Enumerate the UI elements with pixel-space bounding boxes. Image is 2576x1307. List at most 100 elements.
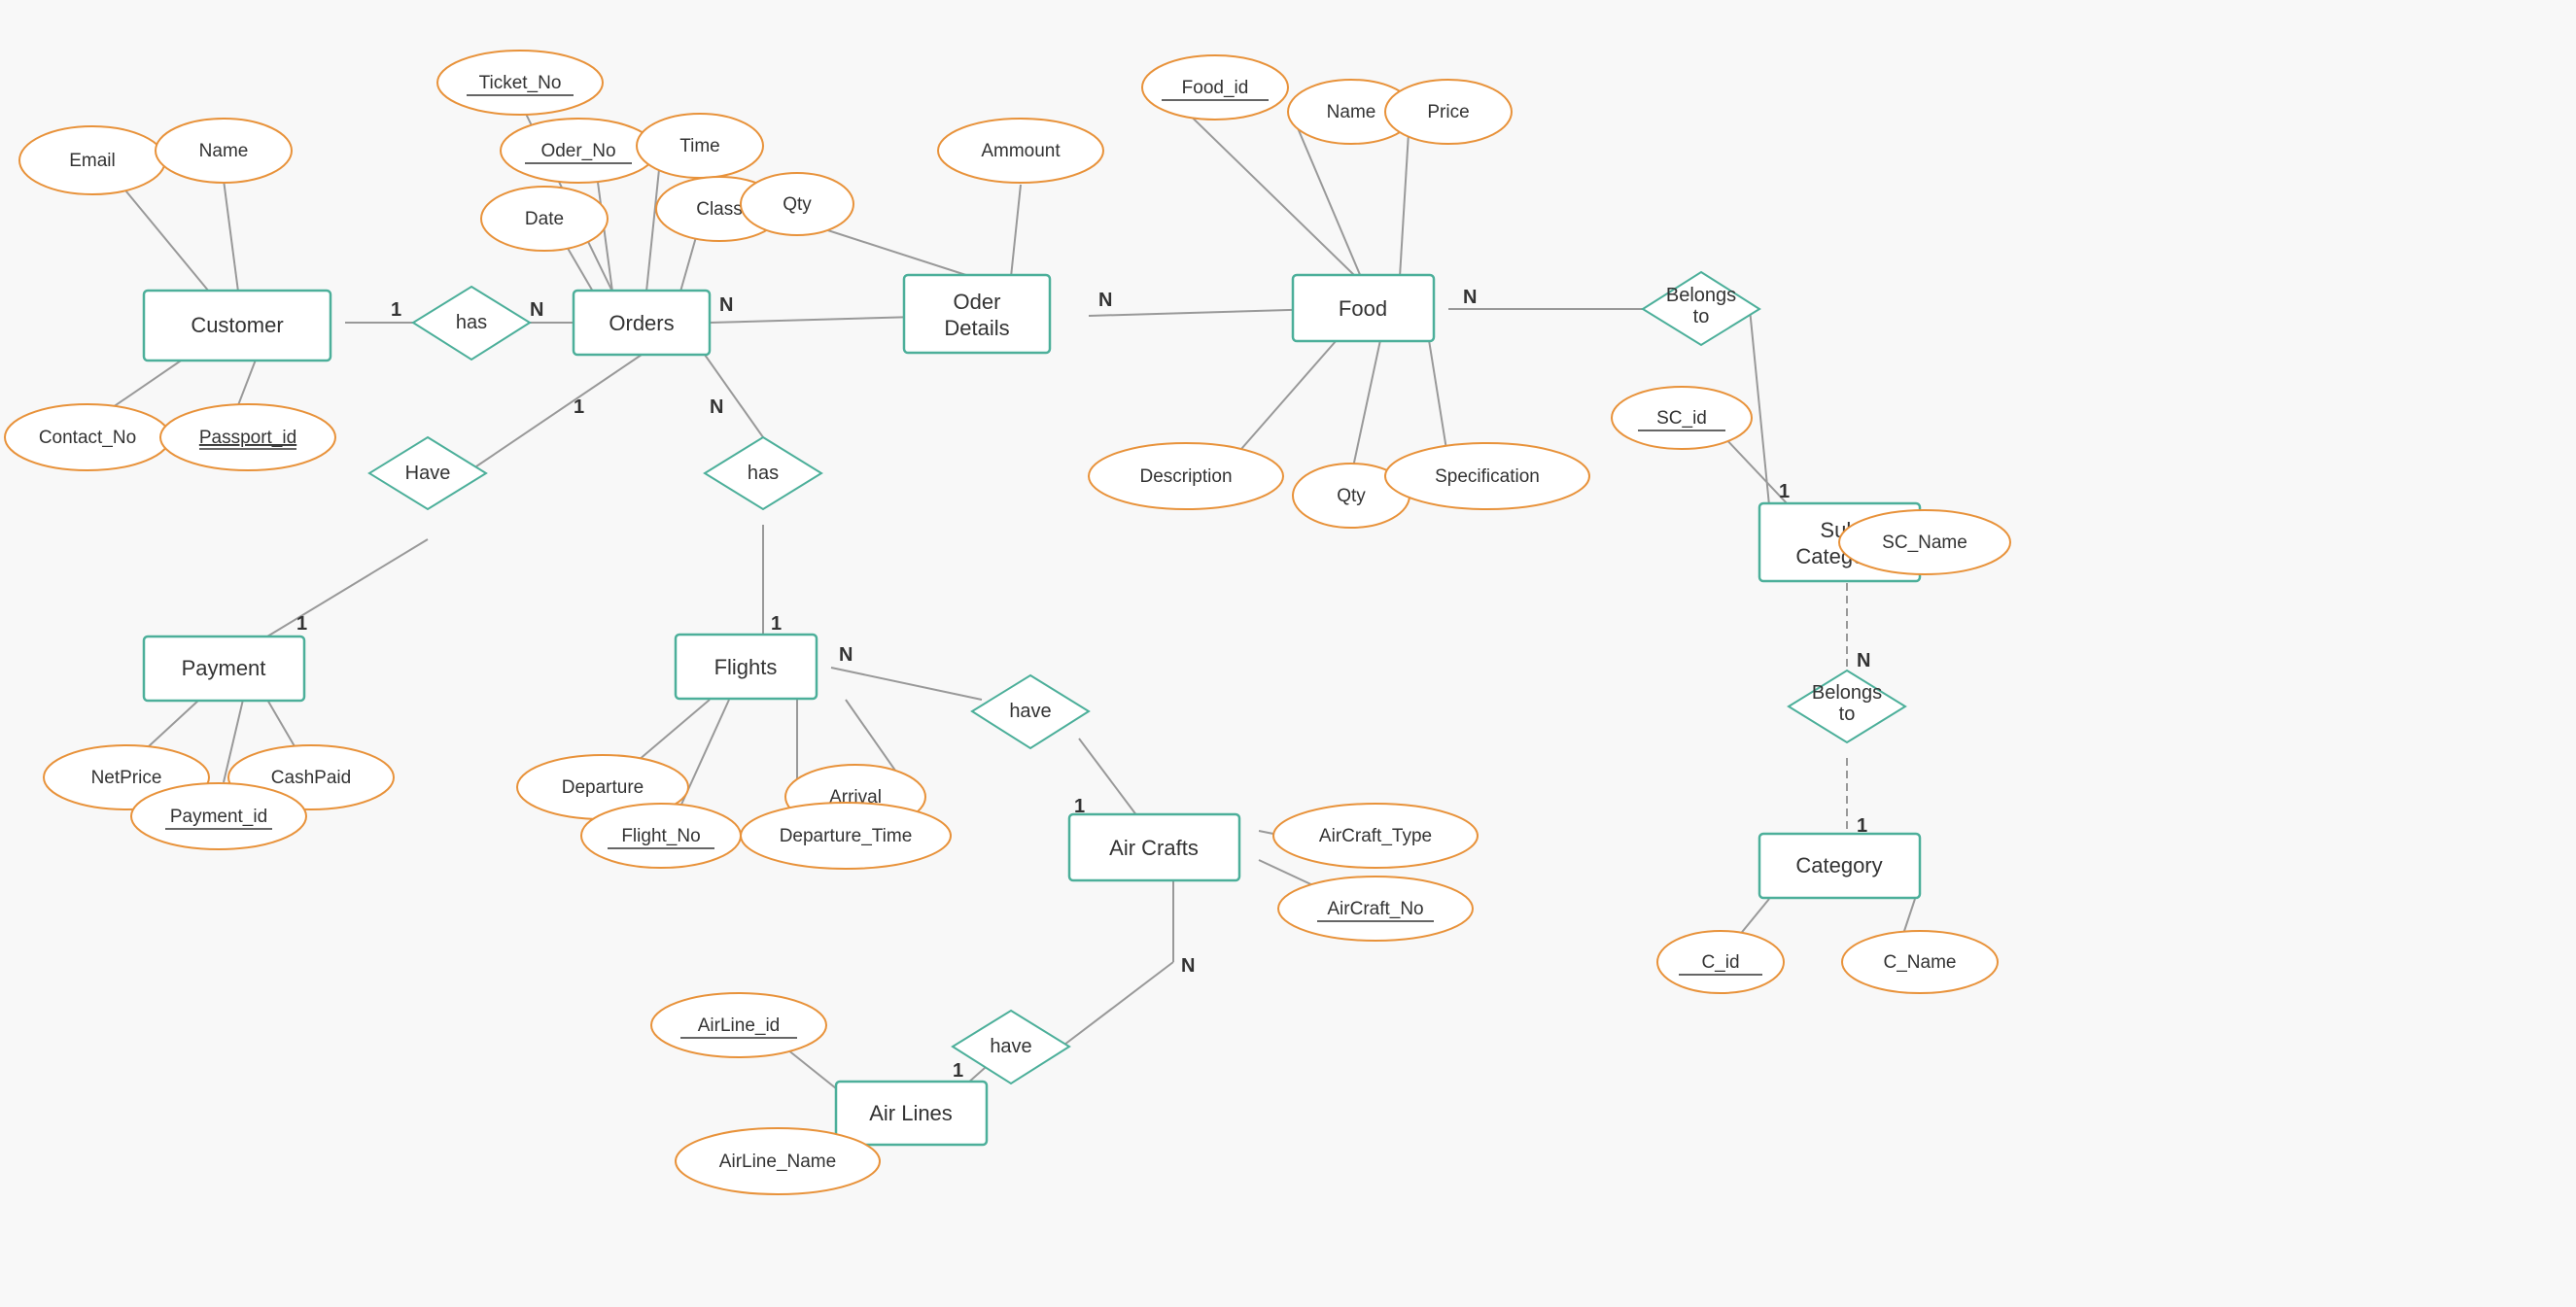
svg-text:Qty: Qty — [783, 194, 812, 215]
attr-flight-no: Flight_No — [581, 804, 741, 868]
svg-text:Oder: Oder — [954, 290, 1001, 314]
svg-text:Flights: Flights — [714, 655, 778, 679]
svg-text:Email: Email — [69, 151, 116, 171]
svg-text:Payment_id: Payment_id — [170, 807, 267, 827]
svg-text:AirLine_Name: AirLine_Name — [719, 1152, 836, 1172]
attr-oder-qty: Qty — [741, 173, 853, 235]
attr-sc-name: SC_Name — [1839, 510, 2010, 574]
cardinality-orders-oder-n: N — [719, 294, 733, 316]
svg-text:Payment: Payment — [182, 656, 266, 680]
entity-air-lines: Air Lines — [836, 1082, 987, 1145]
attr-time: Time — [637, 114, 763, 178]
attr-airline-id: AirLine_id — [651, 993, 826, 1057]
svg-text:Qty: Qty — [1337, 486, 1366, 506]
entity-flights: Flights — [676, 635, 817, 699]
entity-payment: Payment — [144, 636, 304, 701]
has-customer-orders: has — [413, 287, 530, 360]
svg-text:Passport_id: Passport_id — [199, 428, 296, 448]
svg-text:Class: Class — [696, 199, 743, 220]
cardinality-aircraft-have-n: N — [1181, 955, 1195, 977]
svg-text:has: has — [748, 463, 779, 484]
svg-text:Specification: Specification — [1435, 466, 1540, 487]
attr-contact-no: Contact_No — [5, 404, 170, 470]
entity-category: Category — [1759, 834, 1920, 898]
svg-text:C_Name: C_Name — [1884, 952, 1957, 973]
svg-text:Time: Time — [679, 136, 720, 156]
entity-orders: Orders — [574, 291, 710, 355]
svg-text:Oder_No: Oder_No — [540, 141, 615, 161]
entity-air-crafts: Air Crafts — [1069, 814, 1239, 880]
have-orders-payment: Have — [369, 437, 486, 509]
attr-aircraft-no: AirCraft_No — [1278, 877, 1473, 941]
attr-description: Description — [1089, 443, 1283, 509]
svg-text:Details: Details — [944, 316, 1009, 340]
svg-text:Have: Have — [405, 463, 451, 484]
attr-oder-no: Oder_No — [501, 119, 656, 183]
svg-text:have: have — [1009, 701, 1051, 722]
svg-text:AirLine_id: AirLine_id — [698, 1015, 781, 1036]
svg-text:has: has — [456, 312, 487, 333]
cardinality-food-belongs-n: N — [1463, 287, 1477, 308]
cardinality-has-flights-1: 1 — [771, 613, 782, 635]
svg-text:Ticket_No: Ticket_No — [479, 73, 562, 93]
attr-food-id: Food_id — [1142, 55, 1288, 120]
cardinality-sub-belongs-n: N — [1857, 650, 1870, 671]
svg-text:to: to — [1693, 306, 1710, 327]
svg-text:Air Crafts: Air Crafts — [1109, 836, 1199, 860]
entity-oder-details: Oder Details — [904, 275, 1050, 353]
svg-text:Departure: Departure — [562, 777, 644, 798]
belongs-to-food-subcategory: Belongs to — [1643, 272, 1759, 345]
cardinality-customer-has-1: 1 — [391, 299, 401, 321]
svg-text:Category: Category — [1795, 853, 1882, 877]
cardinality-have-payment-1: 1 — [296, 613, 307, 635]
svg-text:AirCraft_No: AirCraft_No — [1327, 899, 1423, 919]
svg-text:NetPrice: NetPrice — [91, 768, 162, 788]
have-airlines-aircrafts: have — [953, 1011, 1069, 1083]
svg-text:Departure_Time: Departure_Time — [780, 826, 913, 846]
attr-c-name: C_Name — [1842, 931, 1998, 993]
svg-text:Customer: Customer — [191, 313, 283, 337]
svg-text:Food_id: Food_id — [1182, 78, 1249, 98]
cardinality-have-aircraft-1: 1 — [1074, 796, 1085, 817]
svg-text:Belongs: Belongs — [1812, 682, 1882, 704]
svg-text:to: to — [1839, 704, 1856, 725]
svg-text:Contact_No: Contact_No — [39, 428, 136, 448]
cardinality-has-orders-n: N — [530, 299, 543, 321]
attr-aircraft-type: AirCraft_Type — [1273, 804, 1478, 868]
attr-c-id: C_id — [1657, 931, 1784, 993]
attr-specification: Specification — [1385, 443, 1589, 509]
cardinality-flights-have-n: N — [839, 644, 853, 666]
svg-text:CashPaid: CashPaid — [271, 768, 351, 788]
attr-payment-id: Payment_id — [131, 783, 306, 849]
attr-ticket-no: Ticket_No — [437, 51, 603, 115]
svg-text:Price: Price — [1427, 102, 1469, 122]
svg-text:Belongs: Belongs — [1666, 285, 1736, 306]
svg-text:Orders: Orders — [609, 311, 674, 335]
svg-text:SC_Name: SC_Name — [1882, 533, 1967, 553]
entity-food: Food — [1293, 275, 1434, 341]
cardinality-orders-has-n: N — [710, 396, 723, 418]
attr-ammount: Ammount — [938, 119, 1103, 183]
cardinality-have-airlines-1: 1 — [953, 1060, 963, 1082]
svg-text:Name: Name — [199, 141, 249, 161]
has-orders-flights: has — [705, 437, 821, 509]
svg-text:Ammount: Ammount — [981, 141, 1061, 161]
svg-text:Description: Description — [1139, 466, 1232, 487]
svg-text:C_id: C_id — [1701, 952, 1739, 973]
cardinality-oder-food-n: N — [1098, 290, 1112, 311]
svg-text:AirCraft_Type: AirCraft_Type — [1319, 826, 1432, 846]
svg-text:Date: Date — [525, 209, 564, 229]
have-flights-aircrafts: have — [972, 675, 1089, 748]
cardinality-belongs-sub-1: 1 — [1779, 481, 1790, 502]
svg-text:have: have — [990, 1036, 1031, 1057]
belongs-to-sub-category: Belongs to — [1789, 671, 1905, 742]
cardinality-orders-have-1: 1 — [574, 396, 584, 418]
attr-airline-name: AirLine_Name — [676, 1128, 880, 1194]
svg-text:Flight_No: Flight_No — [621, 826, 700, 846]
cardinality-belongs-cat-1: 1 — [1857, 815, 1867, 837]
svg-text:Food: Food — [1339, 296, 1387, 321]
attr-email: Email — [19, 126, 165, 194]
attr-price: Price — [1385, 80, 1512, 144]
svg-text:Air Lines: Air Lines — [869, 1101, 953, 1125]
svg-text:Name: Name — [1327, 102, 1376, 122]
